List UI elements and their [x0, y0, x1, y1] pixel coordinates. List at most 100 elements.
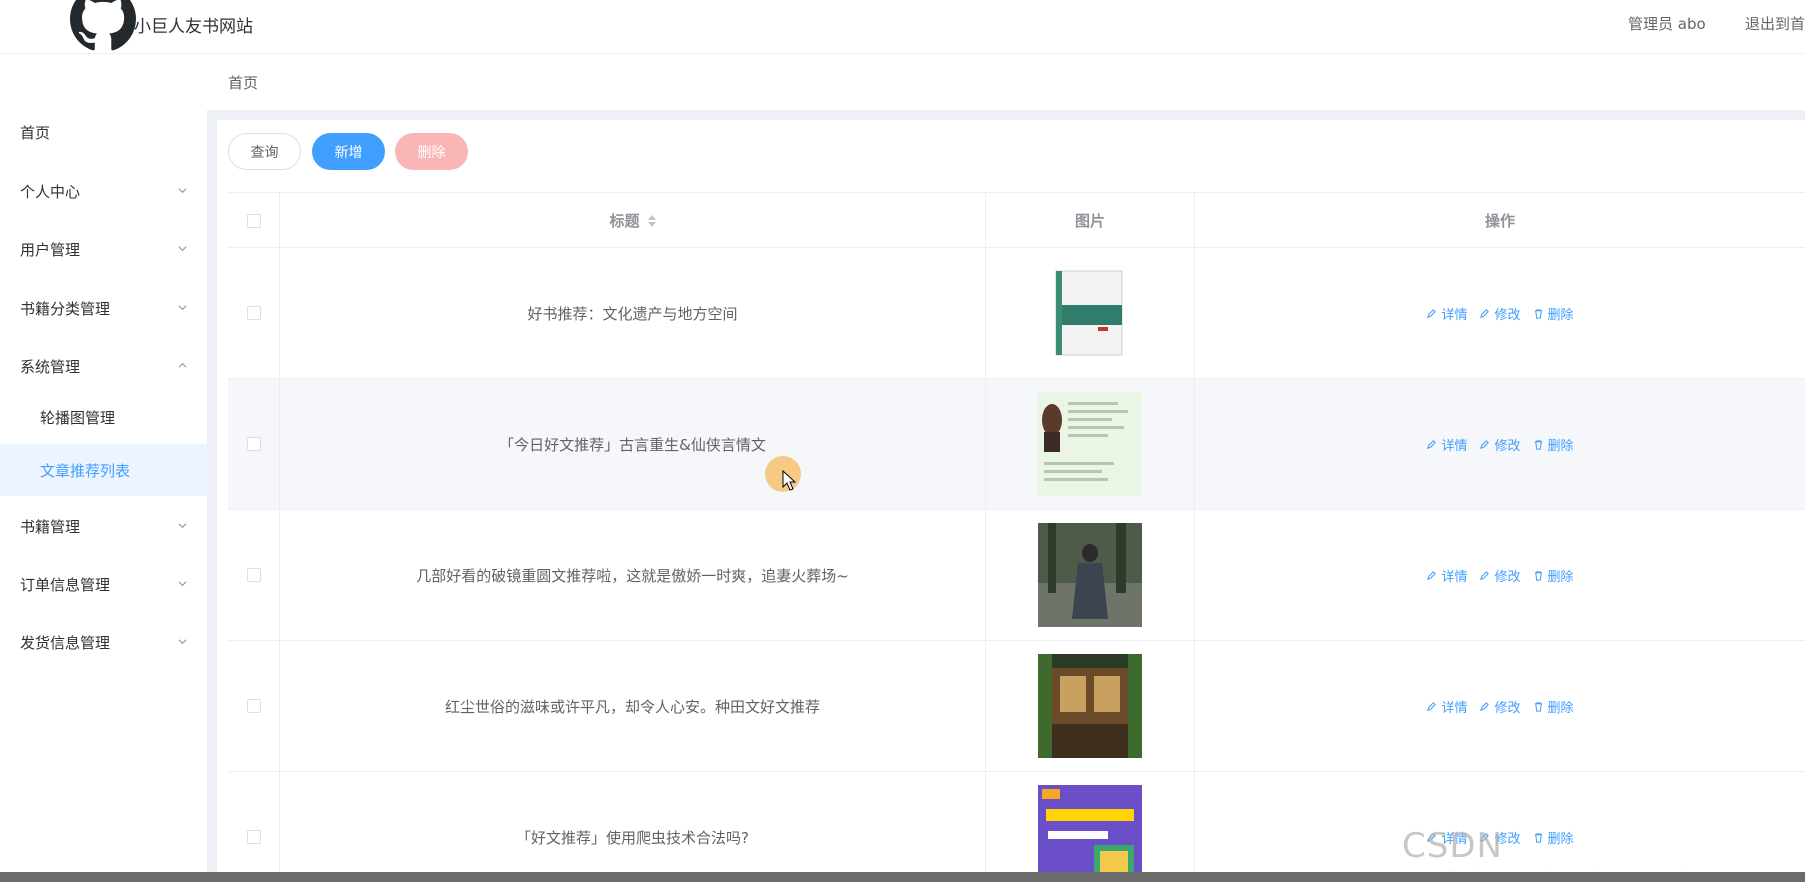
sidebar-item-shipping-info-management[interactable]: 发货信息管理: [0, 613, 207, 671]
delete-button[interactable]: 删除: [1533, 566, 1574, 585]
row-title: 「今日好文推荐」古言重生&仙侠言情文: [280, 379, 986, 509]
sidebar-menu: 首页 个人中心 用户管理 书籍分类管理 系统管理 轮播图管理 文章推荐列表 书籍…: [0, 54, 207, 882]
site-title: 小巨人友书网站: [134, 17, 253, 37]
trash-icon: [1534, 439, 1542, 450]
breadcrumb[interactable]: 首页: [228, 72, 258, 93]
chevron-down-icon: [178, 305, 187, 311]
header-title-label: 标题: [609, 212, 640, 230]
delete-button[interactable]: 删除: [1533, 304, 1574, 323]
top-header: 小巨人友书网站 管理员 abo 退出到首页: [0, 0, 1805, 54]
sidebar-item-personal-center[interactable]: 个人中心: [0, 162, 207, 220]
table-row: 「今日好文推荐」古言重生&仙侠言情文 详情 修改 删除: [228, 379, 1805, 510]
edit-label: 修改: [1494, 700, 1521, 716]
edit-button[interactable]: 修改: [1479, 697, 1521, 716]
row-ops: 详情 修改 删除: [1195, 248, 1805, 378]
row-image-cell: [986, 772, 1195, 882]
row-image-cell: [986, 641, 1195, 771]
sidebar-item-article-recommend-list[interactable]: 文章推荐列表: [0, 444, 207, 496]
delete-button[interactable]: 删除: [1533, 697, 1574, 716]
edit-label: 修改: [1494, 569, 1521, 585]
header-ops-label: 操作: [1484, 212, 1515, 230]
sidebar-item-carousel-management[interactable]: 轮播图管理: [0, 391, 207, 443]
row-select-cell: [228, 510, 280, 640]
detail-label: 详情: [1441, 569, 1468, 585]
article-thumbnail[interactable]: [1038, 785, 1142, 882]
mouse-cursor-icon: [782, 470, 796, 491]
row-title: 红尘世俗的滋味或许平凡，却令人心安。种田文好文推荐: [280, 641, 986, 771]
book-cover-thumbnail[interactable]: [1038, 261, 1142, 365]
header-image: 图片: [986, 193, 1195, 248]
row-select-cell: [228, 772, 280, 882]
edit-icon: [1480, 570, 1490, 580]
edit-button[interactable]: 修改: [1479, 435, 1521, 454]
row-ops: 详情 修改 删除: [1195, 379, 1805, 509]
sidebar-item-label: 用户管理: [20, 240, 81, 259]
row-checkbox[interactable]: [246, 306, 261, 320]
sidebar-item-label: 文章推荐列表: [40, 461, 131, 480]
header-title[interactable]: 标题: [280, 193, 986, 248]
sidebar-item-book-category-management[interactable]: 书籍分类管理: [0, 279, 207, 337]
header-image-label: 图片: [1074, 212, 1105, 230]
row-ops: 详情 修改 删除: [1195, 641, 1805, 771]
query-button[interactable]: 查询: [228, 133, 301, 170]
chevron-down-icon: [178, 523, 187, 529]
sidebar-item-label: 系统管理: [20, 357, 81, 376]
edit-button[interactable]: 修改: [1479, 304, 1521, 323]
batch-delete-button[interactable]: 删除: [395, 133, 468, 170]
row-title: 「好文推荐」使用爬虫技术合法吗?: [280, 772, 986, 882]
article-thumbnail[interactable]: [1038, 654, 1142, 758]
sort-caret-icon[interactable]: [647, 214, 656, 227]
row-select-cell: [228, 379, 280, 509]
github-logo-icon: [70, 0, 136, 51]
sidebar-item-label: 书籍管理: [20, 517, 81, 536]
chevron-down-icon: [178, 246, 187, 252]
delete-button[interactable]: 删除: [1533, 435, 1574, 454]
row-checkbox[interactable]: [246, 437, 261, 451]
detail-button[interactable]: 详情: [1426, 435, 1467, 454]
row-image-cell: [986, 248, 1195, 378]
row-title: 好书推荐：文化遗产与地方空间: [280, 248, 986, 378]
pencil-icon: [1427, 570, 1437, 580]
pencil-icon: [1427, 439, 1437, 449]
delete-label: 删除: [1547, 569, 1574, 585]
row-select-cell: [228, 248, 280, 378]
sidebar-item-label: 首页: [20, 123, 51, 142]
row-image-cell: [986, 510, 1195, 640]
logout-to-home-link[interactable]: 退出到首页: [1745, 13, 1805, 34]
row-checkbox[interactable]: [246, 699, 261, 713]
article-thumbnail[interactable]: [1038, 392, 1142, 496]
sidebar-item-user-management[interactable]: 用户管理: [0, 220, 207, 278]
pencil-icon: [1427, 701, 1437, 711]
sidebar-item-label: 发货信息管理: [20, 633, 111, 652]
sidebar-item-order-info-management[interactable]: 订单信息管理: [0, 555, 207, 613]
sidebar-item-book-management[interactable]: 书籍管理: [0, 497, 207, 555]
select-all-checkbox[interactable]: [246, 213, 261, 228]
sidebar-item-home[interactable]: 首页: [0, 103, 207, 161]
trash-icon: [1534, 701, 1542, 712]
table-row: 红尘世俗的滋味或许平凡，却令人心安。种田文好文推荐 详情 修改 删除: [228, 641, 1805, 772]
add-button[interactable]: 新增: [312, 133, 385, 170]
chevron-up-icon: [178, 362, 187, 368]
table-row: 好书推荐：文化遗产与地方空间 详情 修改 删除: [228, 248, 1805, 379]
detail-button[interactable]: 详情: [1426, 697, 1467, 716]
edit-icon: [1480, 439, 1490, 449]
row-checkbox[interactable]: [246, 568, 261, 582]
table-header: 标题 图片 操作: [228, 192, 1805, 248]
row-checkbox[interactable]: [246, 830, 261, 844]
chevron-down-icon: [178, 639, 187, 645]
detail-label: 详情: [1441, 307, 1468, 323]
detail-button[interactable]: 详情: [1426, 566, 1467, 585]
row-title: 几部好看的破镜重圆文推荐啦，这就是傲娇一时爽，追妻火葬场~: [280, 510, 986, 640]
bottom-bar: [0, 872, 1805, 882]
edit-label: 修改: [1494, 438, 1521, 454]
delete-label: 删除: [1547, 438, 1574, 454]
edit-button[interactable]: 修改: [1479, 566, 1521, 585]
chevron-down-icon: [178, 581, 187, 587]
edit-icon: [1480, 701, 1490, 711]
article-thumbnail[interactable]: [1038, 523, 1142, 627]
trash-icon: [1534, 570, 1542, 581]
sidebar-item-system-management[interactable]: 系统管理: [0, 337, 207, 395]
header-select-all[interactable]: [228, 193, 280, 248]
pencil-icon: [1427, 308, 1437, 318]
detail-button[interactable]: 详情: [1426, 304, 1467, 323]
